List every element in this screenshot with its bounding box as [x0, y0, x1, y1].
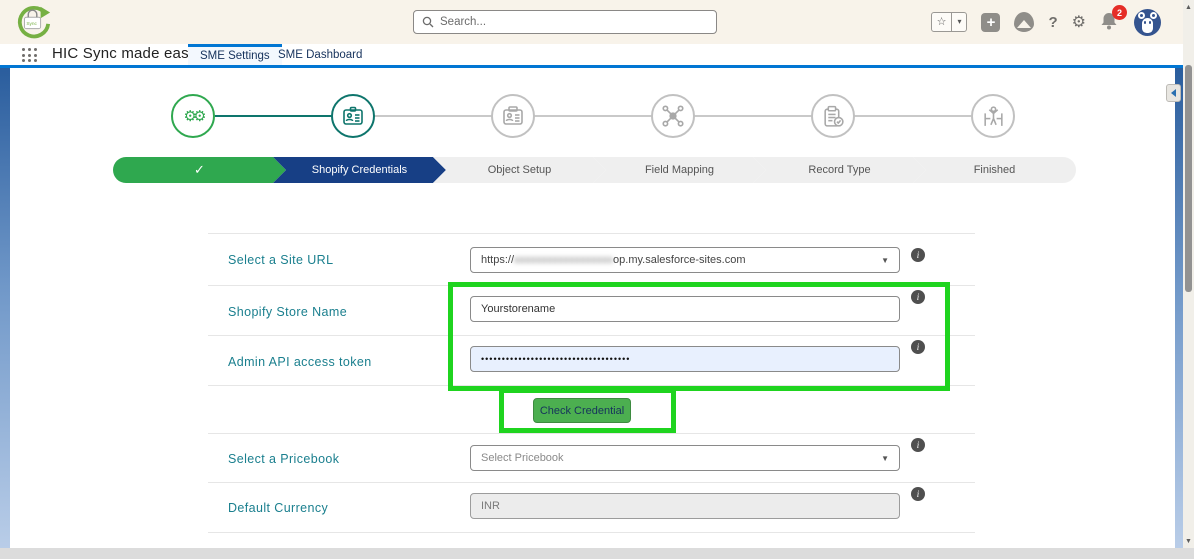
step-circle-object-setup	[491, 94, 535, 138]
api-token-label: Admin API access token	[228, 355, 372, 369]
chevron-completed[interactable]: ✓	[113, 157, 286, 183]
wizard-progress-bar: ✓ Shopify Credentials Object Setup Field…	[113, 157, 1076, 183]
step-circle-setup: ⚙⚙	[171, 94, 215, 138]
scroll-down-icon[interactable]: ▼	[1183, 538, 1194, 545]
chevron-record-type[interactable]: Record Type	[753, 157, 926, 183]
chevron-object-setup[interactable]: Object Setup	[433, 157, 606, 183]
row-divider	[208, 335, 975, 336]
trailhead-icon[interactable]	[1014, 12, 1035, 32]
quick-create-button[interactable]: +	[981, 12, 1001, 32]
step-circle-field-mapping	[651, 94, 695, 138]
row-divider	[208, 385, 975, 386]
currency-label: Default Currency	[228, 501, 329, 515]
global-search-input[interactable]: Search...	[413, 10, 717, 34]
info-icon[interactable]: i	[911, 340, 925, 354]
id-card-icon	[503, 106, 523, 125]
setup-gear-icon[interactable]: ⚙	[1072, 12, 1086, 32]
store-name-input[interactable]	[481, 303, 889, 315]
info-icon[interactable]: i	[911, 248, 925, 262]
search-icon	[422, 16, 434, 28]
store-name-label: Shopify Store Name	[228, 305, 348, 319]
currency-field: INR	[470, 493, 900, 519]
svg-text:Sync: Sync	[26, 21, 37, 27]
left-background-strip	[0, 68, 10, 548]
finish-line-icon	[983, 105, 1003, 126]
pricebook-select[interactable]: Select Pricebook ▼	[470, 445, 900, 471]
site-url-label: Select a Site URL	[228, 253, 334, 267]
collapse-panel-button[interactable]	[1166, 84, 1181, 102]
global-header: Sync Search... ☆ ▾ + ? ⚙ 2	[0, 0, 1183, 44]
header-actions: ☆ ▾ + ? ⚙ 2	[930, 5, 1161, 36]
currency-value: INR	[481, 500, 500, 512]
chevron-down-icon: ▼	[881, 453, 889, 463]
app-logo-icon: Sync	[17, 6, 51, 39]
clipboard-check-icon	[823, 105, 844, 127]
scrollbar-thumb[interactable]	[1185, 65, 1192, 292]
row-divider	[208, 482, 975, 483]
chevron-down-icon: ▼	[881, 255, 889, 265]
user-avatar[interactable]	[1134, 8, 1161, 36]
info-icon[interactable]: i	[911, 290, 925, 304]
row-divider	[208, 233, 975, 234]
star-icon[interactable]: ☆	[932, 13, 952, 31]
step-circle-record-type	[811, 94, 855, 138]
right-background-strip	[1175, 68, 1183, 548]
favorites-caret-icon[interactable]: ▾	[951, 13, 966, 31]
row-divider	[208, 532, 975, 533]
gears-icon: ⚙⚙	[183, 107, 207, 125]
tab-sme-dashboard[interactable]: SME Dashboard	[266, 44, 374, 65]
app-launcher-icon[interactable]	[22, 48, 38, 63]
scroll-up-icon[interactable]: ▲	[1183, 4, 1194, 11]
chevron-finished[interactable]: Finished	[913, 157, 1076, 183]
info-icon[interactable]: i	[911, 438, 925, 452]
chevron-field-mapping[interactable]: Field Mapping	[593, 157, 766, 183]
info-icon[interactable]: i	[911, 487, 925, 501]
row-divider	[208, 285, 975, 286]
id-card-icon	[343, 106, 363, 125]
pricebook-label: Select a Pricebook	[228, 452, 340, 466]
help-button[interactable]: ?	[1048, 14, 1057, 31]
api-token-field-wrap	[470, 346, 900, 372]
horizontal-scrollbar[interactable]	[0, 548, 1194, 559]
chevron-shopify-credentials[interactable]: Shopify Credentials	[273, 157, 446, 183]
check-credential-button[interactable]: Check Credential	[533, 398, 631, 423]
row-divider	[208, 433, 975, 434]
site-url-value: https://xxxxxxxxxxxxxxxxxxop.my.salesfor…	[481, 254, 746, 266]
api-token-input[interactable]	[481, 354, 889, 364]
network-icon	[662, 105, 684, 127]
site-url-select[interactable]: https://xxxxxxxxxxxxxxxxxxop.my.salesfor…	[470, 247, 900, 273]
notification-badge: 2	[1112, 5, 1127, 20]
step-circle-finished	[971, 94, 1015, 138]
app-window: Sync Search... ☆ ▾ + ? ⚙ 2 HIC Sync made…	[0, 0, 1194, 559]
app-nav-bar: HIC Sync made easy SME Settings SME Dash…	[0, 44, 1183, 68]
store-name-field-wrap	[470, 296, 900, 322]
step-circle-shopify-credentials	[331, 94, 375, 138]
pricebook-value: Select Pricebook	[481, 452, 564, 464]
search-placeholder: Search...	[440, 16, 487, 28]
vertical-scrollbar[interactable]: ▲ ▼	[1183, 0, 1194, 548]
redacted-url-segment: xxxxxxxxxxxxxxxxxx	[514, 254, 614, 266]
notifications-button[interactable]: 2	[1100, 5, 1127, 33]
favorites-button[interactable]: ☆ ▾	[930, 12, 968, 32]
check-icon: ✓	[194, 162, 205, 177]
step-connector-done	[215, 115, 333, 117]
app-name: HIC Sync made easy	[52, 45, 197, 62]
